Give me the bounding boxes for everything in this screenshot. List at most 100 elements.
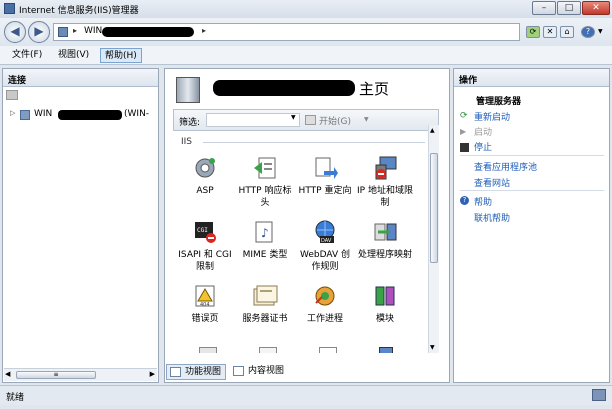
menu-bar: 文件(F) 视图(V) 帮助(H) bbox=[0, 46, 612, 65]
online-help-link[interactable]: 联机帮助 bbox=[474, 211, 510, 224]
feature-ip-domain-restrictions[interactable]: IP 地址和域限制 bbox=[355, 155, 415, 217]
partial-feature-icon[interactable] bbox=[199, 347, 217, 353]
feature-webdav[interactable]: DAV WebDAV 创作规则 bbox=[295, 219, 355, 281]
help-link[interactable]: 帮助 bbox=[474, 195, 492, 208]
view-tabs: 功能视图 内容视图 bbox=[166, 363, 450, 381]
scroll-thumb[interactable] bbox=[430, 153, 438, 263]
connections-pane: 连接 ▷ WIN (WIN- ◀ ≡ ▶ bbox=[2, 68, 159, 383]
status-bar: 就绪 bbox=[0, 385, 612, 405]
tab-content-view[interactable]: 内容视图 bbox=[230, 364, 288, 380]
actions-pane: 操作 管理服务器 ⟳ 重新启动 ▶ 启动 停止 查看应用程序池 查看网站 ? 帮… bbox=[453, 68, 610, 383]
back-button[interactable]: ◀ bbox=[4, 21, 26, 43]
mime-types-icon: ♪ bbox=[252, 219, 278, 245]
scroll-down-icon[interactable]: ▼ bbox=[430, 344, 435, 351]
svg-text:CGI: CGI bbox=[197, 227, 208, 234]
feature-label: HTTP 重定向 bbox=[298, 186, 352, 196]
stop-link[interactable]: 停止 bbox=[474, 140, 492, 153]
menu-help[interactable]: 帮助(H) bbox=[100, 48, 142, 63]
feature-asp[interactable]: ASP bbox=[175, 155, 235, 217]
go-icon bbox=[305, 115, 316, 125]
divider bbox=[203, 142, 425, 143]
chevron-down-icon[interactable]: ▼ bbox=[364, 116, 369, 123]
feature-worker-processes[interactable]: 工作进程 bbox=[295, 283, 355, 345]
feature-isapi-cgi-restrictions[interactable]: CGI ISAPI 和 CGI 限制 bbox=[175, 219, 235, 281]
breadcrumb-separator[interactable]: ▸ bbox=[202, 26, 206, 35]
feature-modules[interactable]: 模块 bbox=[355, 283, 415, 345]
svg-text:♪: ♪ bbox=[261, 226, 269, 240]
handler-mappings-icon bbox=[372, 219, 398, 245]
feature-label: 处理程序映射 bbox=[357, 250, 412, 260]
partial-feature-icon[interactable] bbox=[379, 347, 393, 353]
feature-mime-types[interactable]: ♪ MIME 类型 bbox=[235, 219, 295, 281]
horizontal-scrollbar[interactable]: ◀ ≡ ▶ bbox=[4, 368, 157, 381]
worker-processes-icon bbox=[312, 283, 338, 309]
feature-error-pages[interactable]: 404 错误页 bbox=[175, 283, 235, 345]
group-label: IIS bbox=[181, 137, 193, 147]
filter-input[interactable] bbox=[206, 113, 300, 127]
page-title: 主页 bbox=[359, 80, 390, 98]
minimize-button[interactable]: – bbox=[532, 1, 556, 15]
feature-handler-mappings[interactable]: 处理程序映射 bbox=[355, 219, 415, 281]
feature-label: 工作进程 bbox=[306, 314, 343, 324]
feature-grid: IIS ASP HTTP 响应标头 HTTP 重定向 IP 地址和域限制 CGI… bbox=[173, 133, 429, 353]
address-field[interactable]: ▸ WIN ▸ bbox=[53, 23, 520, 41]
tree-item-server[interactable]: ▷ WIN (WIN- bbox=[10, 109, 157, 122]
go-button[interactable]: 开始(G) bbox=[319, 114, 351, 127]
feature-view-icon bbox=[170, 367, 181, 377]
server-icon bbox=[176, 77, 200, 103]
scroll-thumb[interactable]: ≡ bbox=[16, 371, 96, 379]
restart-link[interactable]: 重新启动 bbox=[474, 110, 510, 123]
redaction-mark bbox=[213, 80, 355, 96]
modules-icon bbox=[372, 283, 398, 309]
vertical-scrollbar[interactable]: ▲ ▼ bbox=[428, 125, 439, 353]
stop-icon bbox=[460, 143, 469, 152]
ip-domain-restrictions-icon bbox=[372, 155, 398, 181]
partial-feature-icon[interactable] bbox=[319, 347, 337, 353]
filter-bar: 筛选: ▼ 开始(G) ▼ bbox=[173, 109, 439, 131]
maximize-button[interactable]: □ bbox=[557, 1, 581, 15]
asp-icon bbox=[192, 155, 218, 181]
partial-feature-icon[interactable] bbox=[259, 347, 277, 353]
breadcrumb-server[interactable]: WIN bbox=[84, 26, 102, 36]
iis-app-icon bbox=[4, 3, 15, 14]
webdav-icon: DAV bbox=[312, 219, 338, 245]
menu-view[interactable]: 视图(V) bbox=[54, 48, 93, 63]
close-button[interactable]: ✕ bbox=[582, 1, 610, 15]
tree-item-suffix: (WIN- bbox=[124, 109, 150, 119]
save-connections-icon[interactable] bbox=[6, 90, 18, 100]
filter-label: 筛选: bbox=[179, 118, 201, 128]
tree-item-label: WIN bbox=[34, 109, 53, 119]
help-icon: ? bbox=[460, 196, 469, 205]
forward-button[interactable]: ▶ bbox=[28, 21, 50, 43]
scroll-left-icon[interactable]: ◀ bbox=[5, 370, 10, 378]
http-response-headers-icon bbox=[252, 155, 278, 181]
feature-http-redirect[interactable]: HTTP 重定向 bbox=[295, 155, 355, 217]
breadcrumb-separator[interactable]: ▸ bbox=[73, 26, 77, 35]
help-icon[interactable]: ? bbox=[581, 26, 595, 38]
title-bar: Internet 信息服务(IIS)管理器 – □ ✕ bbox=[0, 0, 612, 18]
expand-icon[interactable]: ▷ bbox=[10, 109, 15, 117]
content-view-icon bbox=[233, 366, 244, 376]
feature-http-response-headers[interactable]: HTTP 响应标头 bbox=[235, 155, 295, 217]
home-icon[interactable]: ⌂ bbox=[560, 26, 574, 38]
scroll-up-icon[interactable]: ▲ bbox=[430, 127, 435, 134]
stop-icon[interactable]: ✕ bbox=[543, 26, 557, 38]
feature-label: 模块 bbox=[375, 314, 394, 324]
restart-icon: ⟳ bbox=[460, 111, 468, 121]
feature-label: MIME 类型 bbox=[242, 250, 288, 260]
refresh-icon[interactable]: ⟳ bbox=[526, 26, 540, 38]
menu-file[interactable]: 文件(F) bbox=[8, 48, 46, 63]
chevron-down-icon[interactable]: ▼ bbox=[291, 114, 296, 121]
error-pages-icon: 404 bbox=[192, 283, 218, 309]
feature-server-certificates[interactable]: 服务器证书 bbox=[235, 283, 295, 345]
view-app-pools-link[interactable]: 查看应用程序池 bbox=[474, 160, 537, 173]
svg-text:DAV: DAV bbox=[321, 238, 332, 244]
network-icon bbox=[592, 389, 606, 401]
redaction-mark bbox=[58, 110, 122, 120]
tab-label: 内容视图 bbox=[248, 366, 285, 376]
tab-feature-view[interactable]: 功能视图 bbox=[166, 364, 227, 380]
feature-label: 服务器证书 bbox=[242, 314, 288, 324]
view-sites-link[interactable]: 查看网站 bbox=[474, 176, 510, 189]
chevron-down-icon[interactable]: ▼ bbox=[598, 28, 603, 35]
scroll-right-icon[interactable]: ▶ bbox=[150, 370, 155, 378]
